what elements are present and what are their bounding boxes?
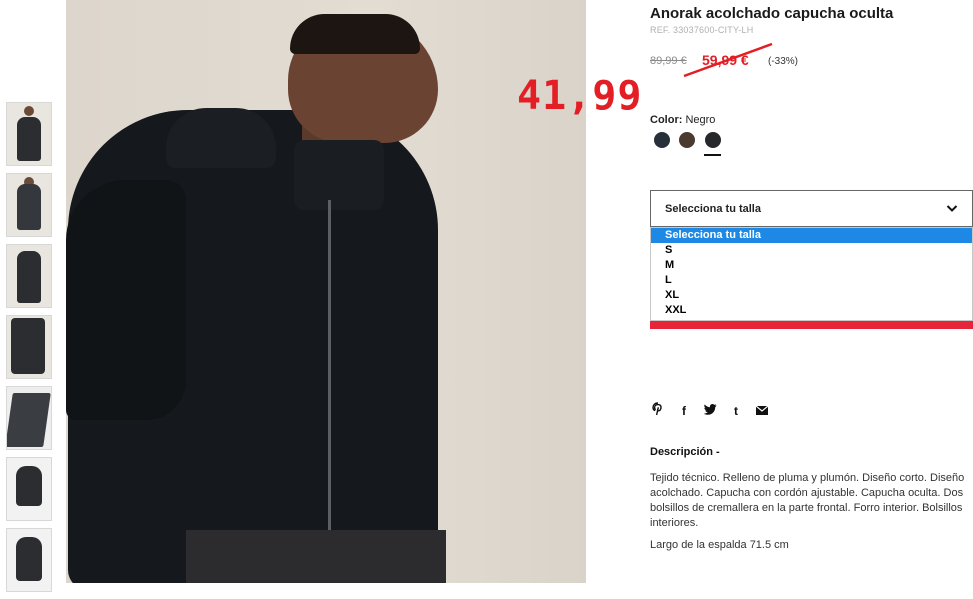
size-select-label: Selecciona tu talla [665, 203, 761, 215]
thumbnail-4[interactable] [6, 315, 52, 379]
size-option-s[interactable]: S [651, 243, 972, 258]
thumbnail-figure [17, 251, 41, 303]
model-hair [290, 14, 420, 54]
handwritten-price-annotation: 41,99 [517, 73, 643, 119]
add-to-cart-bar[interactable] [650, 321, 973, 329]
thumbnail-figure [17, 117, 41, 161]
color-label-title: Color: [650, 114, 683, 126]
color-label: Color: Negro [650, 114, 715, 126]
jacket-zipper [328, 200, 331, 530]
product-reference: REF. 33037600-CITY-LH [650, 25, 754, 35]
thumbnail-5[interactable] [6, 386, 52, 450]
facebook-icon[interactable]: f [677, 404, 691, 418]
tumblr-icon[interactable]: t [729, 404, 743, 418]
size-option-l[interactable]: L [651, 273, 972, 288]
thumbnail-figure [7, 393, 51, 447]
jacket-collar [294, 140, 384, 210]
email-icon[interactable] [755, 404, 769, 418]
thumbnail-6[interactable] [6, 457, 52, 521]
selected-swatch-indicator [704, 154, 721, 156]
color-swatch-navy[interactable] [654, 132, 670, 148]
color-value: Negro [685, 114, 716, 126]
jacket-arm [66, 180, 186, 420]
share-icons: f t [651, 402, 769, 419]
thumbnail-7[interactable] [6, 528, 52, 592]
price-original: 89,99 € [650, 55, 687, 67]
chevron-down-icon [946, 205, 958, 212]
jacket-hood [166, 108, 276, 168]
size-dropdown-list: Selecciona tu talla S M L XL XXL [650, 227, 973, 321]
size-option-m[interactable]: M [651, 258, 972, 273]
model-pants [186, 530, 446, 583]
product-main-image [66, 0, 586, 583]
thumbnail-2[interactable] [6, 173, 52, 237]
price-discount: (-33%) [768, 56, 799, 67]
thumbnail-figure [11, 318, 45, 374]
description-title: Descripción - [650, 446, 720, 458]
price-sale: 59,99 € [702, 52, 749, 68]
thumbnail-1[interactable] [6, 102, 52, 166]
size-option-placeholder[interactable]: Selecciona tu talla [651, 228, 972, 243]
size-select[interactable]: Selecciona tu talla [650, 190, 973, 227]
size-option-xxl[interactable]: XXL [651, 303, 972, 318]
thumbnail-3[interactable] [6, 244, 52, 308]
thumbnail-figure [16, 537, 42, 581]
size-option-xl[interactable]: XL [651, 288, 972, 303]
thumbnail-head [24, 106, 34, 116]
back-length: Largo de la espalda 71.5 cm [650, 539, 789, 551]
pinterest-icon[interactable] [651, 402, 665, 419]
color-swatch-black[interactable] [705, 132, 721, 148]
thumbnail-strip [6, 102, 52, 599]
twitter-icon[interactable] [703, 403, 717, 418]
thumbnail-figure [17, 184, 41, 230]
color-swatch-brown[interactable] [679, 132, 695, 148]
thumbnail-figure [16, 466, 42, 506]
description-text: Tejido técnico. Relleno de pluma y plumó… [650, 472, 965, 529]
product-title: Anorak acolchado capucha oculta [650, 5, 894, 22]
